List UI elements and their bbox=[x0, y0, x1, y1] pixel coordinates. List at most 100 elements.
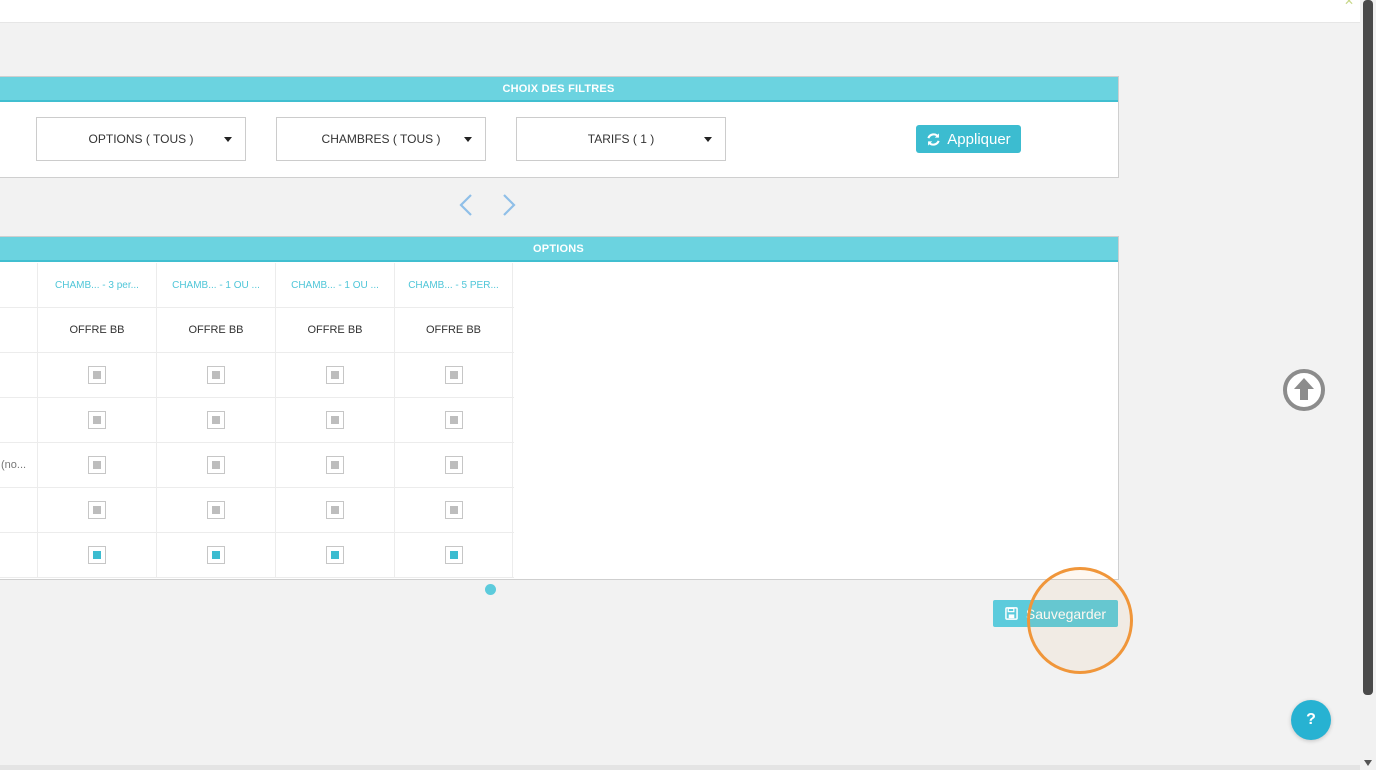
column-header: CHAMB... - 3 per... bbox=[37, 263, 156, 307]
save-button[interactable]: Sauvegarder bbox=[993, 600, 1118, 627]
offer-label: OFFRE BB bbox=[156, 308, 275, 352]
page-scrollbar[interactable] bbox=[1360, 0, 1376, 770]
checkbox-mark bbox=[212, 371, 220, 379]
arrow-up-circle-icon[interactable] bbox=[1282, 368, 1326, 412]
row-label: (no... bbox=[1, 459, 27, 471]
grid-cell bbox=[37, 488, 156, 532]
scroll-down-icon[interactable] bbox=[1364, 760, 1372, 766]
grid-cell bbox=[394, 443, 513, 487]
refresh-icon bbox=[927, 132, 940, 146]
checkbox-mark bbox=[212, 416, 220, 424]
checkbox-mark bbox=[331, 371, 339, 379]
grid-cell bbox=[37, 353, 156, 397]
grid-cell bbox=[394, 533, 513, 577]
offer-label: OFFRE BB bbox=[275, 308, 394, 352]
grid-cell bbox=[394, 488, 513, 532]
grid-cell bbox=[275, 353, 394, 397]
checkbox-mark bbox=[449, 461, 458, 469]
checkbox-checked[interactable] bbox=[326, 546, 344, 564]
checkbox-checked[interactable] bbox=[207, 546, 225, 564]
checkbox-mark bbox=[93, 461, 101, 469]
checkbox-mark bbox=[331, 551, 339, 559]
grid-cell bbox=[156, 533, 275, 577]
checkbox-checked[interactable] bbox=[88, 546, 106, 564]
apply-button-label: Appliquer bbox=[947, 130, 1011, 148]
offer-label: OFFRE BB bbox=[37, 308, 156, 352]
grid-cell bbox=[275, 533, 394, 577]
grid-cell bbox=[37, 398, 156, 442]
checkbox[interactable] bbox=[88, 366, 106, 384]
checkbox[interactable] bbox=[444, 501, 463, 519]
checkbox[interactable] bbox=[444, 456, 463, 474]
checkbox[interactable] bbox=[326, 366, 344, 384]
table-row bbox=[0, 488, 514, 533]
checkbox-checked[interactable] bbox=[444, 546, 463, 564]
checkbox[interactable] bbox=[326, 501, 344, 519]
checkbox-mark bbox=[212, 506, 220, 514]
options-filter-label: OPTIONS ( TOUS ) bbox=[88, 132, 194, 146]
grid-cell bbox=[275, 398, 394, 442]
scrollbar-thumb[interactable] bbox=[1363, 0, 1373, 695]
help-button[interactable]: ? bbox=[1291, 700, 1331, 740]
checkbox[interactable] bbox=[326, 456, 344, 474]
checkbox[interactable] bbox=[88, 456, 106, 474]
floppy-disk-icon bbox=[1005, 607, 1018, 620]
grid-cell bbox=[156, 398, 275, 442]
checkbox[interactable] bbox=[326, 411, 344, 429]
grid-cell bbox=[156, 353, 275, 397]
checkbox-mark bbox=[212, 551, 220, 559]
checkbox[interactable] bbox=[444, 411, 463, 429]
checkbox[interactable] bbox=[207, 366, 225, 384]
grid-cell bbox=[394, 398, 513, 442]
grid-cell bbox=[275, 443, 394, 487]
checkbox-mark bbox=[93, 551, 101, 559]
table-row bbox=[0, 533, 514, 578]
checkbox-mark bbox=[212, 461, 220, 469]
checkbox-mark bbox=[449, 416, 458, 424]
checkbox[interactable] bbox=[207, 411, 225, 429]
table-row bbox=[0, 398, 514, 443]
column-header: CHAMB... - 1 OU ... bbox=[275, 263, 394, 307]
checkbox-mark bbox=[93, 416, 101, 424]
caret-down-icon bbox=[224, 137, 232, 142]
corner-icon: ✕ bbox=[1343, 0, 1354, 8]
rates-filter-label: TARIFS ( 1 ) bbox=[587, 132, 655, 146]
grid-cell bbox=[275, 488, 394, 532]
checkbox-mark bbox=[93, 506, 101, 514]
column-header: CHAMB... - 5 PER... bbox=[394, 263, 513, 307]
previous-arrow-icon[interactable] bbox=[456, 193, 476, 217]
table-row: (no... bbox=[0, 443, 514, 488]
checkbox-mark bbox=[449, 551, 458, 559]
checkbox[interactable] bbox=[88, 411, 106, 429]
options-grid: CHAMB... - 3 per... CHAMB... - 1 OU ... … bbox=[0, 263, 514, 578]
filters-panel-title: CHOIX DES FILTRES bbox=[0, 77, 1118, 102]
apply-button[interactable]: Appliquer bbox=[916, 125, 1021, 153]
column-header: CHAMB... - 1 OU ... bbox=[156, 263, 275, 307]
rooms-filter-label: CHAMBRES ( TOUS ) bbox=[321, 132, 441, 146]
grid-header-row: CHAMB... - 3 per... CHAMB... - 1 OU ... … bbox=[0, 263, 514, 308]
caret-down-icon bbox=[464, 137, 472, 142]
rates-filter-dropdown[interactable]: TARIFS ( 1 ) bbox=[516, 117, 726, 161]
table-row bbox=[0, 353, 514, 398]
checkbox-mark bbox=[449, 371, 458, 379]
checkbox-mark bbox=[331, 506, 339, 514]
options-filter-dropdown[interactable]: OPTIONS ( TOUS ) bbox=[36, 117, 246, 161]
checkbox-mark bbox=[93, 371, 101, 379]
checkbox[interactable] bbox=[88, 501, 106, 519]
checkbox[interactable] bbox=[444, 366, 463, 384]
next-arrow-icon[interactable] bbox=[499, 193, 519, 217]
checkbox-mark bbox=[331, 416, 339, 424]
checkbox-mark bbox=[331, 461, 339, 469]
grid-cell bbox=[37, 533, 156, 577]
rooms-filter-dropdown[interactable]: CHAMBRES ( TOUS ) bbox=[276, 117, 486, 161]
top-bar: ✕ bbox=[0, 0, 1360, 23]
checkbox[interactable] bbox=[207, 456, 225, 474]
options-panel: OPTIONS CHAMB... - 3 per... CHAMB... - 1… bbox=[0, 236, 1119, 580]
grid-cell bbox=[156, 488, 275, 532]
pagination-dot[interactable] bbox=[485, 584, 496, 595]
grid-cell bbox=[394, 353, 513, 397]
caret-down-icon bbox=[704, 137, 712, 142]
filters-panel: CHOIX DES FILTRES OPTIONS ( TOUS ) CHAMB… bbox=[0, 76, 1119, 178]
save-button-label: Sauvegarder bbox=[1025, 605, 1107, 622]
checkbox[interactable] bbox=[207, 501, 225, 519]
